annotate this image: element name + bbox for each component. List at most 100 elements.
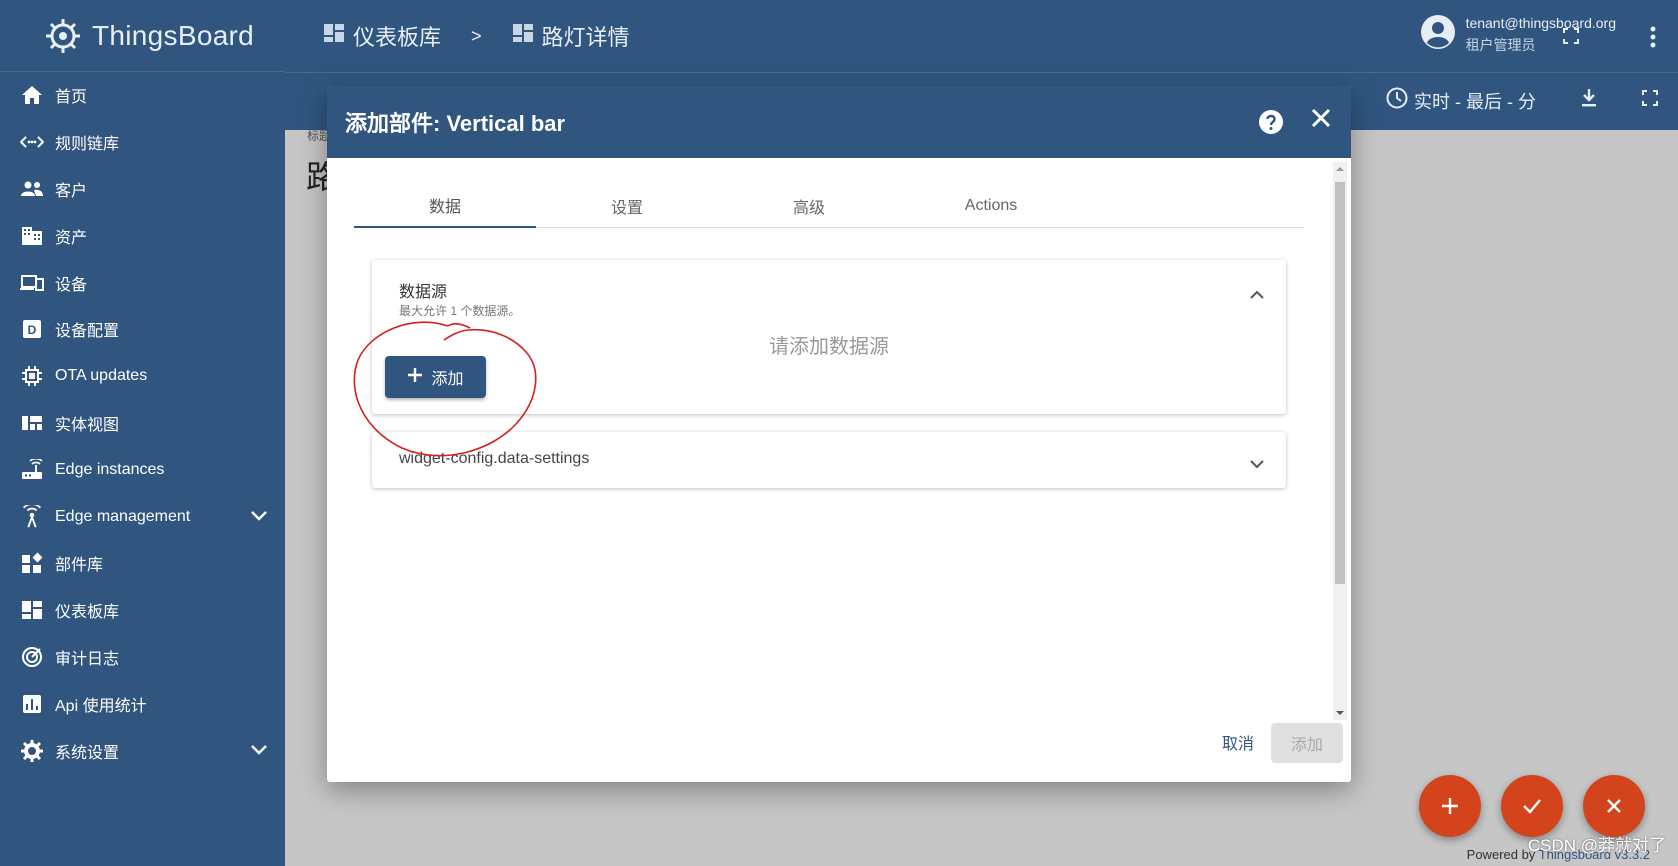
plus-icon	[1442, 798, 1458, 814]
logo-text: ThingsBoard	[92, 19, 255, 51]
sidebar-item-assets[interactable]: 资产	[0, 212, 285, 259]
chip-icon	[20, 364, 44, 388]
dialog-header: 添加部件: Vertical bar	[327, 86, 1351, 158]
add-button[interactable]: 添加	[1271, 723, 1343, 763]
dashboard-icon	[323, 23, 345, 49]
user-menu[interactable]: tenant@thingsboard.org 租户管理员	[1420, 14, 1616, 55]
datasource-title: 数据源	[399, 284, 448, 301]
sidebar-item-api-usage[interactable]: Api 使用统计	[0, 680, 285, 727]
logo[interactable]: ThingsBoard	[0, 0, 285, 72]
avatar	[1420, 14, 1456, 55]
datasource-empty-message: 请添加数据源	[769, 336, 889, 358]
scroll-down-icon[interactable]	[1333, 708, 1347, 718]
sidebar-item-label: 系统设置	[55, 744, 120, 762]
sidebar-item-label: Edge management	[55, 507, 191, 525]
chevron-down-icon[interactable]	[251, 508, 267, 526]
building-icon	[20, 224, 44, 248]
datasource-subtitle: 最大允许 1 个数据源。	[399, 304, 521, 318]
sidebar-item-label: 资产	[55, 229, 88, 247]
sidebar-item-entity-views[interactable]: 实体视图	[0, 400, 285, 447]
sidebar-item-label: 设备配置	[55, 323, 120, 341]
data-settings-panel[interactable]: widget-config.data-settings	[372, 432, 1286, 488]
sidebar-item-customers[interactable]: 客户	[0, 166, 285, 213]
timewindow-button[interactable]: 实时 - 最后 - 分	[1386, 87, 1536, 114]
sidebar-item-label: OTA updates	[55, 367, 148, 385]
sidebar-item-label: 仪表板库	[55, 604, 120, 622]
add-datasource-label: 添加	[431, 371, 464, 388]
timewindow-label: 实时 - 最后 - 分	[1414, 91, 1536, 112]
plus-icon	[407, 367, 423, 388]
sidebar-item-widgets-library[interactable]: 部件库	[0, 540, 285, 587]
chevron-down-icon[interactable]	[251, 742, 267, 760]
more-vert-icon[interactable]	[1650, 26, 1656, 53]
add-widget-dialog: 添加部件: Vertical bar 数据 设置 高级 Actions 数据源 …	[327, 86, 1351, 782]
footer-label: Powered by	[1466, 847, 1536, 862]
dialog-title: 添加部件: Vertical bar	[345, 111, 566, 136]
sidebar-item-dashboards[interactable]: 仪表板库	[0, 587, 285, 634]
dashboard-icon	[20, 598, 44, 622]
scrollbar[interactable]	[1333, 162, 1347, 720]
sidebar-item-label: 部件库	[55, 557, 104, 575]
scroll-up-icon[interactable]	[1333, 164, 1347, 174]
breadcrumb-dashboards[interactable]: 仪表板库	[353, 20, 441, 52]
sidebar-item-label: Edge instances	[55, 460, 165, 478]
devices-icon	[20, 271, 44, 295]
sidebar-item-label: Api 使用统计	[55, 697, 147, 715]
sidebar-item-system-settings[interactable]: 系统设置	[0, 727, 285, 774]
clock-icon	[1386, 87, 1408, 114]
close-icon	[1607, 799, 1621, 813]
tab-data[interactable]: 数据	[354, 184, 536, 228]
help-icon[interactable]	[1259, 110, 1283, 139]
sidebar-item-label: 客户	[55, 182, 88, 200]
sidebar-item-label: 审计日志	[55, 650, 120, 668]
breadcrumb-separator: >	[471, 25, 482, 46]
gear-icon	[20, 739, 44, 763]
dashboard-icon	[512, 23, 534, 49]
track-changes-icon	[20, 645, 44, 669]
fullscreen-icon[interactable]	[1642, 90, 1658, 111]
chart-icon	[20, 692, 44, 716]
top-header: 仪表板库 > 路灯详情 tenant@thingsboard.org 租户管理员	[285, 0, 1678, 72]
sidebar-item-label: 规则链库	[55, 136, 120, 154]
sidebar-item-edge-instances[interactable]: Edge instances	[0, 446, 285, 493]
sidebar-item-ota-updates[interactable]: OTA updates	[0, 353, 285, 400]
sidebar-item-label: 首页	[55, 89, 88, 107]
check-icon	[1523, 799, 1541, 814]
close-icon[interactable]	[1311, 108, 1331, 133]
breadcrumb-current: 路灯详情	[541, 25, 630, 50]
device-profile-icon: D	[20, 317, 44, 341]
scrollbar-thumb[interactable]	[1335, 182, 1345, 584]
fab-add-button[interactable]	[1419, 775, 1481, 837]
sidebar-item-devices[interactable]: 设备	[0, 259, 285, 306]
tab-actions[interactable]: Actions	[900, 184, 1082, 228]
chevron-down-icon[interactable]	[1250, 456, 1264, 474]
datasource-panel: 数据源 最大允许 1 个数据源。 请添加数据源 添加	[372, 260, 1286, 414]
sidebar-item-home[interactable]: 首页	[0, 72, 285, 119]
people-icon	[20, 177, 44, 201]
sidebar-item-rule-chains[interactable]: 规则链库	[0, 119, 285, 166]
tab-advanced[interactable]: 高级	[718, 184, 900, 228]
widgets-icon	[20, 551, 44, 575]
cancel-button[interactable]: 取消	[1222, 730, 1254, 754]
chevron-up-icon[interactable]	[1250, 286, 1264, 304]
fab-close-button[interactable]	[1583, 775, 1645, 837]
tab-settings[interactable]: 设置	[536, 184, 718, 228]
add-datasource-button[interactable]: 添加	[385, 356, 486, 398]
watermark: CSDN @莽就对了	[1527, 836, 1666, 855]
user-email: tenant@thingsboard.org	[1465, 14, 1616, 31]
logo-icon	[46, 18, 80, 53]
sidebar-item-audit-logs[interactable]: 审计日志	[0, 634, 285, 681]
sidebar-item-device-profiles[interactable]: D 设备配置	[0, 306, 285, 353]
fab-apply-button[interactable]	[1501, 775, 1563, 837]
dialog-tabs: 数据 设置 高级 Actions	[354, 184, 1304, 228]
sidebar-item-edge-management[interactable]: Edge management	[0, 493, 285, 540]
data-settings-title: widget-config.data-settings	[399, 450, 590, 467]
sidebar: ThingsBoard 首页 规则链库 客户 资产 设备 D 设备配置 OTA …	[0, 0, 285, 866]
view-quilt-icon	[20, 411, 44, 435]
sidebar-item-label: 实体视图	[55, 416, 120, 434]
svg-text:D: D	[28, 323, 37, 337]
download-icon[interactable]	[1580, 88, 1598, 113]
antenna-icon	[20, 504, 44, 529]
code-arrows-icon	[20, 130, 44, 154]
router-icon	[20, 458, 44, 482]
